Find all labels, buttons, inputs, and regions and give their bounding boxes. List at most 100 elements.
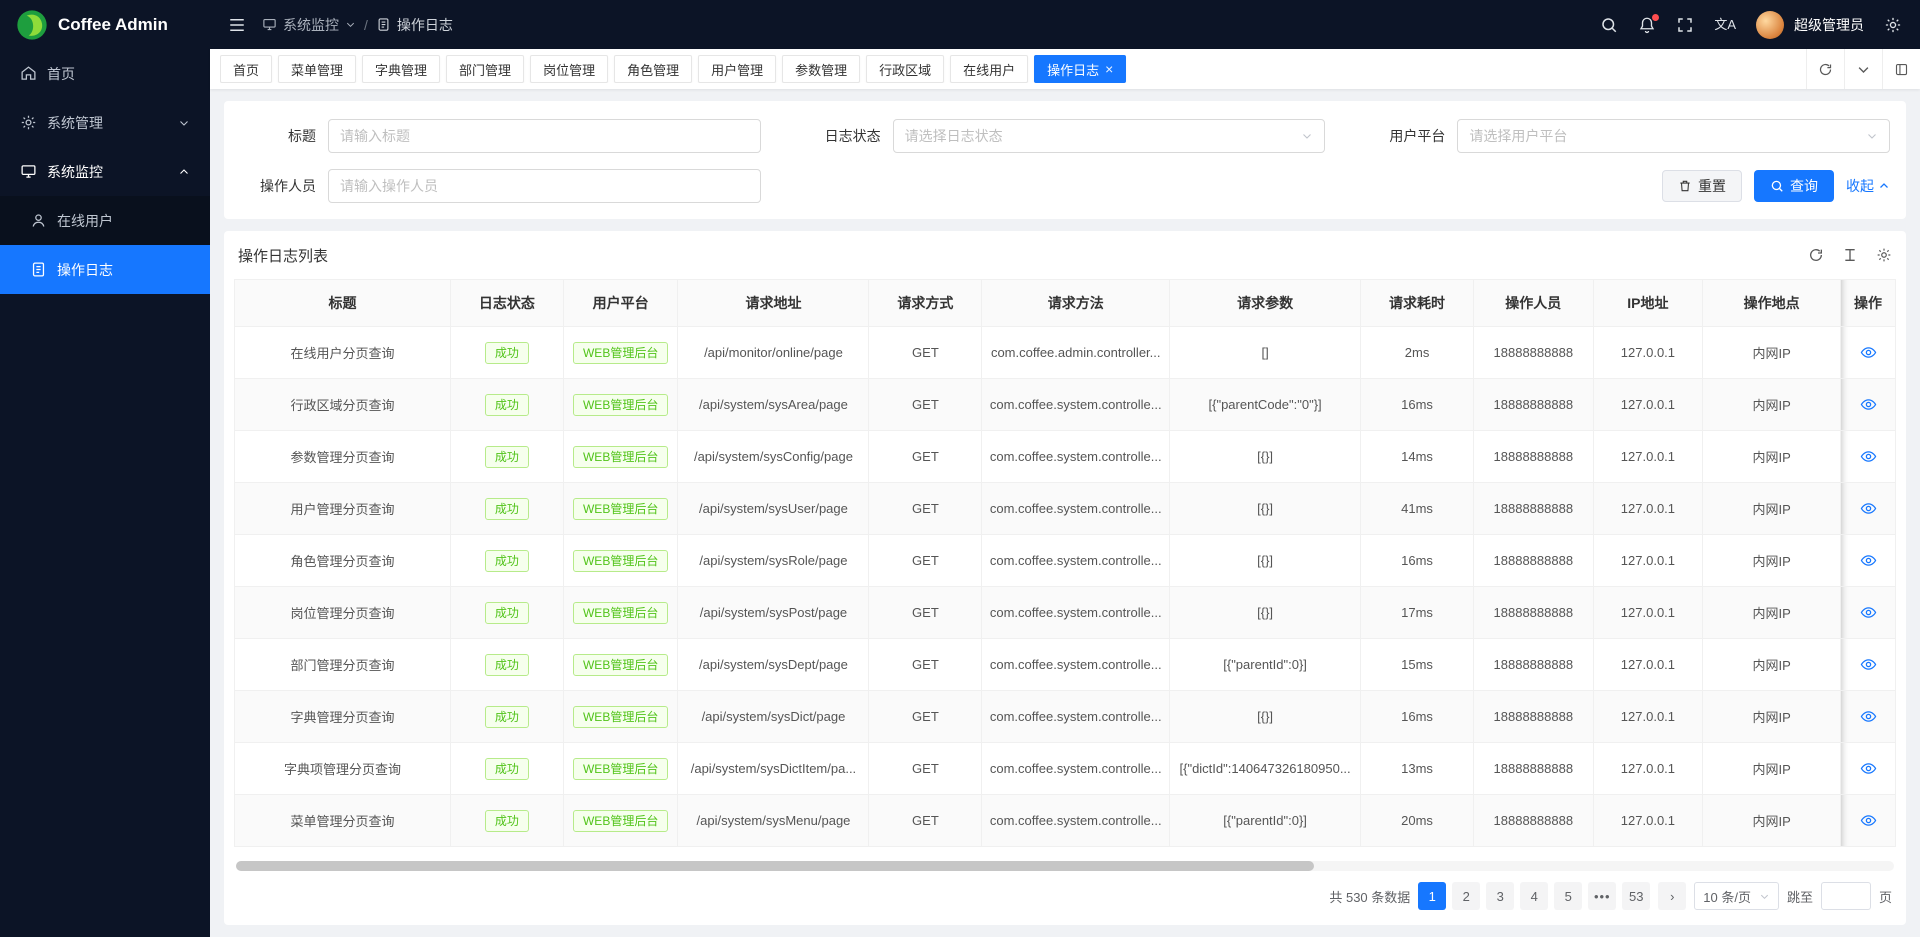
- page-button-2[interactable]: 2: [1452, 882, 1480, 910]
- status-tag: 成功: [485, 706, 529, 728]
- settings-gear-icon[interactable]: [1884, 16, 1902, 34]
- sidebar-item-online-users[interactable]: 在线用户: [0, 196, 210, 245]
- tab-item[interactable]: 角色管理: [614, 55, 692, 83]
- sidebar-item-home[interactable]: 首页: [0, 49, 210, 98]
- tab-item[interactable]: 操作日志×: [1034, 55, 1126, 83]
- platform-select[interactable]: 请选择用户平台: [1457, 119, 1890, 153]
- cell: GET: [869, 535, 982, 587]
- notification-bell-icon[interactable]: [1638, 16, 1656, 34]
- filter-field-status: 日志状态 请选择日志状态: [805, 119, 1326, 153]
- view-detail-eye-icon[interactable]: [1860, 604, 1877, 621]
- platform-tag: WEB管理后台: [573, 498, 668, 520]
- sidebar-item-system-management[interactable]: 系统管理: [0, 98, 210, 147]
- tab-close-icon[interactable]: ×: [1105, 62, 1113, 76]
- page-button-5[interactable]: 5: [1554, 882, 1582, 910]
- chevron-down-icon[interactable]: [1844, 49, 1882, 89]
- scrollbar-thumb[interactable]: [236, 861, 1314, 871]
- tab-item[interactable]: 用户管理: [698, 55, 776, 83]
- platform-cell: WEB管理后台: [563, 795, 678, 847]
- sidebar-item-system-monitor[interactable]: 系统监控: [0, 147, 210, 196]
- logo[interactable]: Coffee Admin: [0, 0, 210, 49]
- avatar[interactable]: [1756, 11, 1784, 39]
- status-tag: 成功: [485, 498, 529, 520]
- status-cell: 成功: [450, 431, 563, 483]
- tab-item[interactable]: 在线用户: [950, 55, 1028, 83]
- breadcrumb-section[interactable]: 系统监控: [262, 15, 356, 35]
- refresh-icon[interactable]: [1808, 247, 1824, 263]
- tab-item[interactable]: 行政区域: [866, 55, 944, 83]
- tab-label: 在线用户: [963, 60, 1015, 79]
- cell: 18888888888: [1474, 691, 1594, 743]
- action-cell: [1841, 431, 1896, 483]
- view-detail-eye-icon[interactable]: [1860, 760, 1877, 777]
- sidebar-item-operation-log[interactable]: 操作日志: [0, 245, 210, 294]
- horizontal-scrollbar[interactable]: [236, 861, 1894, 871]
- refresh-icon[interactable]: [1806, 49, 1844, 89]
- more-pages-button[interactable]: •••: [1588, 882, 1616, 910]
- chevron-up-icon: [178, 166, 190, 178]
- search-label: 查询: [1790, 176, 1818, 196]
- platform-cell: WEB管理后台: [563, 535, 678, 587]
- operator-input[interactable]: [328, 169, 761, 203]
- page-button-3[interactable]: 3: [1486, 882, 1514, 910]
- cell: [{"parentId":0}]: [1170, 795, 1361, 847]
- tab-item[interactable]: 部门管理: [446, 55, 524, 83]
- view-detail-eye-icon[interactable]: [1860, 552, 1877, 569]
- card-header: 操作日志列表: [234, 231, 1896, 279]
- cell: 内网IP: [1703, 587, 1841, 639]
- cell: 127.0.0.1: [1593, 587, 1703, 639]
- tab-item[interactable]: 菜单管理: [278, 55, 356, 83]
- view-detail-eye-icon[interactable]: [1860, 396, 1877, 413]
- page-button-1[interactable]: 1: [1418, 882, 1446, 910]
- content-fullscreen-icon[interactable]: [1882, 49, 1920, 89]
- title-input[interactable]: [328, 119, 761, 153]
- tab-item[interactable]: 字典管理: [362, 55, 440, 83]
- column-settings-gear-icon[interactable]: [1876, 247, 1892, 263]
- page-size-select[interactable]: 10 条/页: [1694, 882, 1779, 910]
- tab-item[interactable]: 首页: [220, 55, 272, 83]
- platform-tag: WEB管理后台: [573, 706, 668, 728]
- table-row: 行政区域分页查询成功WEB管理后台/api/system/sysArea/pag…: [235, 379, 1896, 431]
- cell: 14ms: [1361, 431, 1474, 483]
- action-cell: [1841, 587, 1896, 639]
- action-cell: [1841, 795, 1896, 847]
- cell: GET: [869, 587, 982, 639]
- chevron-down-icon: [1301, 130, 1313, 142]
- view-detail-eye-icon[interactable]: [1860, 656, 1877, 673]
- view-detail-eye-icon[interactable]: [1860, 708, 1877, 725]
- page-button-53[interactable]: 53: [1622, 882, 1650, 910]
- fullscreen-icon[interactable]: [1676, 16, 1694, 34]
- translate-icon[interactable]: 文A: [1714, 18, 1736, 31]
- action-cell: [1841, 639, 1896, 691]
- view-detail-eye-icon[interactable]: [1860, 448, 1877, 465]
- page-button-4[interactable]: 4: [1520, 882, 1548, 910]
- collapse-toggle[interactable]: 收起: [1846, 176, 1890, 196]
- view-detail-eye-icon[interactable]: [1860, 812, 1877, 829]
- sidebar-item-label: 系统管理: [47, 113, 103, 133]
- username[interactable]: 超级管理员: [1794, 15, 1864, 35]
- status-tag: 成功: [485, 342, 529, 364]
- cell: 内网IP: [1703, 535, 1841, 587]
- platform-tag: WEB管理后台: [573, 758, 668, 780]
- cell: 18888888888: [1474, 743, 1594, 795]
- density-icon[interactable]: [1842, 247, 1858, 263]
- next-page-button[interactable]: ›: [1658, 882, 1686, 910]
- view-detail-eye-icon[interactable]: [1860, 344, 1877, 361]
- cell: 15ms: [1361, 639, 1474, 691]
- table-container: 标题日志状态用户平台请求地址请求方式请求方法请求参数请求耗时操作人员IP地址操作…: [234, 279, 1896, 857]
- breadcrumb-page-label: 操作日志: [397, 15, 453, 35]
- status-select[interactable]: 请选择日志状态: [893, 119, 1326, 153]
- cell: /api/monitor/online/page: [678, 327, 869, 379]
- jump-page-input[interactable]: [1821, 882, 1871, 910]
- reset-button[interactable]: 重置: [1662, 170, 1742, 202]
- search-icon[interactable]: [1600, 16, 1618, 34]
- cell: GET: [869, 379, 982, 431]
- tab-item[interactable]: 岗位管理: [530, 55, 608, 83]
- menu-fold-icon[interactable]: [228, 16, 246, 34]
- status-tag: 成功: [485, 446, 529, 468]
- search-button[interactable]: 查询: [1754, 170, 1834, 202]
- table-row: 岗位管理分页查询成功WEB管理后台/api/system/sysPost/pag…: [235, 587, 1896, 639]
- tab-label: 字典管理: [375, 60, 427, 79]
- view-detail-eye-icon[interactable]: [1860, 500, 1877, 517]
- tab-item[interactable]: 参数管理: [782, 55, 860, 83]
